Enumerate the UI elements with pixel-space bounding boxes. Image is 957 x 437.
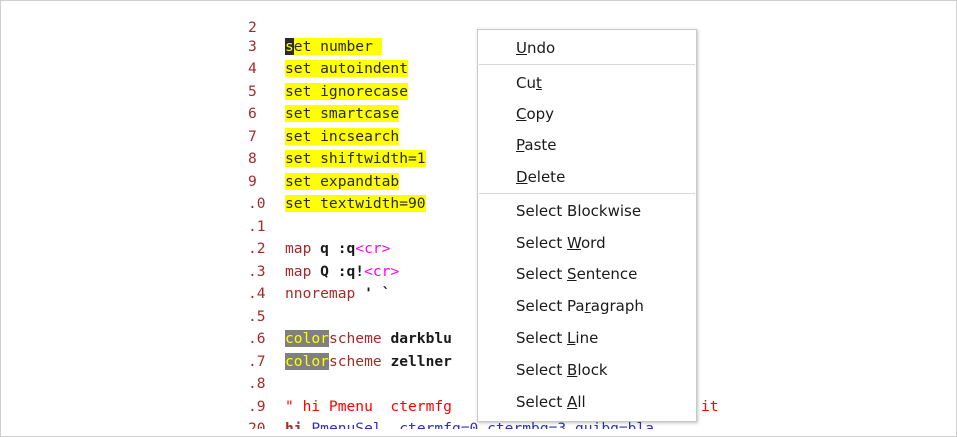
editor-line: 6 set smartcase <box>248 105 400 123</box>
editor-line: .6 colorscheme darkblu <box>248 330 452 348</box>
menu-item-select-blockwise[interactable]: Select Blockwise <box>516 198 641 224</box>
menu-separator <box>479 193 695 194</box>
editor-line: 4 set autoindent <box>248 60 409 78</box>
line-text: set smartcase <box>285 105 400 122</box>
line-number: .1 <box>248 217 266 235</box>
editor-line: .0 set textwidth=90 <box>248 195 426 213</box>
line-number: 2 <box>248 19 257 36</box>
line-number: .7 <box>248 352 266 370</box>
line-text: set shiftwidth=1 <box>285 150 426 167</box>
line-text: set incsearch <box>285 127 400 145</box>
menu-item-select-block[interactable]: Select Block <box>516 357 608 383</box>
line-number: .3 <box>248 262 266 280</box>
keyword: hi <box>285 420 303 429</box>
keyword: map <box>285 262 312 280</box>
line-text: set expandtab <box>285 172 400 190</box>
special-key: <cr> <box>364 262 400 280</box>
line-number: .5 <box>248 307 266 325</box>
comment-tail: it <box>701 397 719 415</box>
line-text: set textwidth=90 <box>285 195 426 212</box>
keyword: scheme <box>328 352 382 370</box>
line-number: 6 <box>248 105 257 122</box>
editor-line: .4 nnoremap ' ` <box>248 285 390 303</box>
line-number: .9 <box>248 397 266 415</box>
line-text: set autoindent <box>285 60 409 77</box>
keyword: scheme <box>328 330 382 347</box>
mapping-lhs: ' ` <box>364 285 391 302</box>
line-number: 5 <box>248 82 257 100</box>
editor-line: 9 set expandtab <box>248 172 400 191</box>
editor-line: 3 set number <box>248 37 382 56</box>
special-key: <cr> <box>355 240 391 257</box>
menu-item-copy[interactable]: Copy <box>516 101 554 127</box>
mapping-lhs: Q :q! <box>320 262 365 280</box>
menu-item-paste[interactable]: Paste <box>516 132 557 158</box>
editor-line: .8 <box>248 375 285 393</box>
editor-line: 5 set ignorecase <box>248 82 409 101</box>
editor-line: .2 map q :q<cr> <box>248 240 390 258</box>
editor-line: 8 set shiftwidth=1 <box>248 150 426 168</box>
line-number: .0 <box>248 195 266 212</box>
context-menu: Undo Cut Copy Paste Delete Select Blockw… <box>477 29 697 422</box>
editor-line: 7 set incsearch <box>248 127 400 146</box>
line-number: 3 <box>248 37 257 55</box>
line-text: set ignorecase <box>285 82 409 100</box>
menu-item-cut[interactable]: Cut <box>516 70 542 96</box>
line-number: .2 <box>248 240 266 257</box>
search-match: color <box>285 330 329 347</box>
editor-line: .1 <box>248 218 285 236</box>
menu-item-select-line[interactable]: Select Line <box>516 325 598 351</box>
menu-item-delete[interactable]: Delete <box>516 164 565 190</box>
search-match: color <box>285 352 329 370</box>
line-number: 7 <box>248 127 257 145</box>
menu-separator <box>479 64 695 65</box>
scheme-name: zellner <box>390 352 452 370</box>
highlight-group: PmenuSel <box>311 420 382 429</box>
line-number: 20 <box>248 420 266 429</box>
menu-item-undo[interactable]: Undo <box>516 35 555 61</box>
line-number: 8 <box>248 150 257 167</box>
line-number: 9 <box>248 172 257 190</box>
line-text: et number <box>293 37 373 55</box>
line-number: .6 <box>248 330 266 347</box>
scheme-name: darkblu <box>390 330 452 347</box>
line-number: .4 <box>248 285 266 302</box>
menu-item-select-paragraph[interactable]: Select Paragraph <box>516 293 644 319</box>
keyword: map <box>285 240 312 257</box>
editor-line: .5 <box>248 308 285 326</box>
editor-line: 2 <box>248 19 285 37</box>
editor-line: .3 map Q :q!<cr> <box>248 263 399 281</box>
editor-line: .7 colorscheme zellner <box>248 352 452 371</box>
menu-item-select-sentence[interactable]: Select Sentence <box>516 261 637 287</box>
keyword: nnoremap <box>285 285 356 302</box>
line-number: 4 <box>248 60 257 77</box>
mapping-lhs: q :q <box>320 240 356 257</box>
menu-item-select-word[interactable]: Select Word <box>516 230 606 256</box>
comment-text: " hi Pmenu ctermfg <box>285 397 452 415</box>
menu-item-select-all[interactable]: Select All <box>516 389 586 415</box>
line-number: .8 <box>248 375 266 392</box>
editor-line: .9 " hi Pmenu ctermfg <box>248 398 452 416</box>
text-cursor: s <box>285 37 294 55</box>
